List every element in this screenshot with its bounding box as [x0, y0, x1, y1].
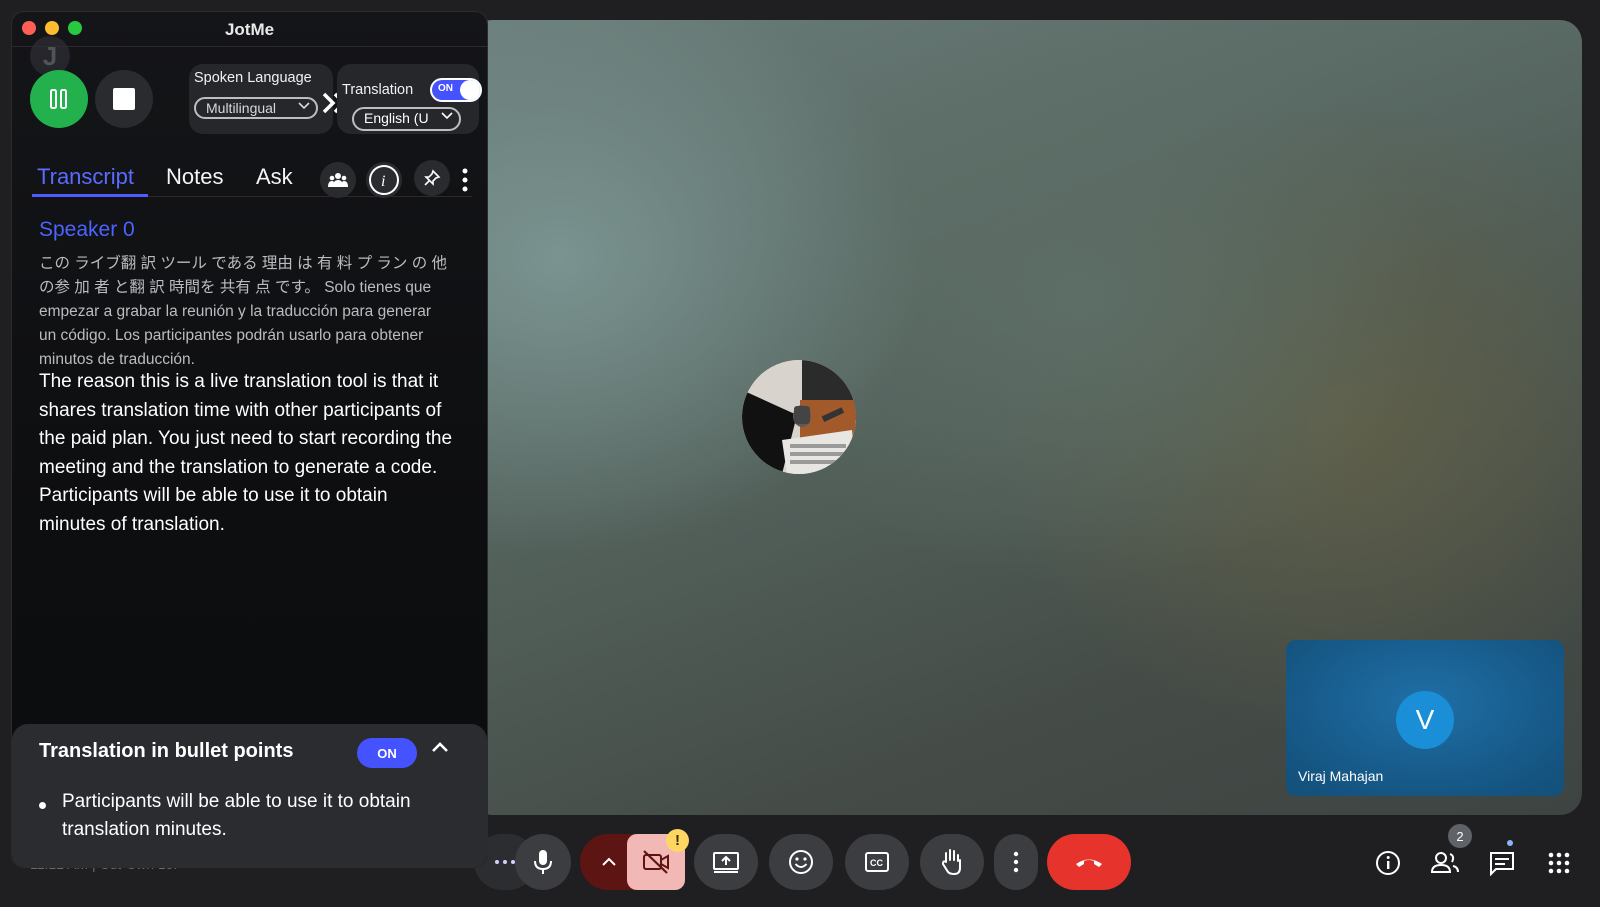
participants-count-badge: 2	[1448, 824, 1472, 848]
participant-photo-avatar	[742, 360, 856, 474]
people-icon	[1430, 852, 1459, 873]
participant-tile[interactable]: V Viraj Mahajan	[1286, 640, 1564, 796]
participants-button[interactable]	[320, 162, 356, 198]
bullet-dot	[39, 802, 46, 809]
translated-transcript-text: The reason this is a live translation to…	[39, 371, 453, 535]
bullet-item: Participants will be able to use it to o…	[62, 791, 411, 840]
spoken-language-panel: Spoken Language Multilingual	[189, 64, 333, 134]
tab-notes[interactable]: Notes	[166, 164, 223, 190]
jotme-titlebar[interactable]: JotMe	[12, 12, 487, 47]
group-icon	[328, 173, 348, 187]
stop-icon	[113, 88, 135, 110]
microphone-button[interactable]	[515, 834, 571, 890]
target-language-select[interactable]: English (U	[352, 107, 461, 131]
present-screen-button[interactable]	[694, 834, 758, 890]
end-call-button[interactable]	[1047, 834, 1131, 890]
svg-text:CC: CC	[870, 858, 883, 868]
svg-text:i: i	[381, 173, 385, 190]
captions-button[interactable]: CC	[845, 834, 909, 890]
jotme-panel: JotMe J Spoken Language Multilingual Tra…	[12, 12, 487, 867]
participant-avatar: V	[1396, 691, 1454, 749]
camera-warning-badge: !	[666, 829, 689, 852]
bullet-points-title: Translation in bullet points	[39, 740, 294, 762]
camera-off-icon	[643, 850, 669, 874]
speaker-label: Speaker 0	[39, 218, 135, 241]
info-button[interactable]: i	[366, 162, 402, 198]
hang-up-icon	[1076, 859, 1102, 867]
translation-panel: Translation ON English (U	[337, 64, 482, 134]
chat-icon	[1490, 852, 1514, 876]
info-icon: i	[369, 165, 399, 195]
toggle-knob	[460, 80, 480, 100]
spoken-language-label: Spoken Language	[194, 70, 312, 86]
more-actions-button[interactable]	[994, 834, 1038, 890]
reactions-button[interactable]	[769, 834, 833, 890]
pin-icon	[424, 169, 441, 186]
more-vertical-icon[interactable]	[462, 168, 468, 192]
chevron-down-icon	[298, 102, 310, 110]
chat-unread-dot	[1507, 840, 1513, 846]
apps-grid-icon	[1548, 852, 1570, 874]
tab-ask[interactable]: Ask	[256, 164, 293, 190]
tab-transcript[interactable]: Transcript	[37, 164, 134, 190]
stop-recording-button[interactable]	[95, 70, 153, 128]
present-screen-icon	[713, 852, 739, 873]
tab-bar: Transcript Notes Ask i	[32, 152, 472, 198]
chat-button[interactable]	[1485, 846, 1519, 880]
meeting-info-button[interactable]	[1371, 846, 1405, 880]
pause-icon	[50, 89, 67, 109]
original-transcript-text: この ライブ翻 訳 ツール である 理由 は 有 料 プ ラン の 他 の参 加…	[39, 255, 448, 368]
captions-icon: CC	[865, 852, 889, 872]
info-icon	[1376, 851, 1400, 875]
app-title: JotMe	[224, 20, 275, 39]
chevron-up-icon	[602, 857, 616, 866]
raise-hand-icon	[941, 849, 961, 876]
translation-toggle[interactable]: ON	[430, 78, 482, 102]
participant-name: Viraj Mahajan	[1298, 768, 1384, 784]
chevron-up-icon[interactable]	[430, 740, 450, 754]
microphone-icon	[534, 850, 552, 874]
activities-button[interactable]	[1542, 846, 1576, 880]
more-vertical-icon	[1013, 851, 1019, 873]
active-tab-underline	[32, 194, 148, 197]
emoji-icon	[789, 850, 813, 874]
spoken-language-select[interactable]: Multilingual	[194, 97, 318, 119]
pin-button[interactable]	[414, 160, 450, 196]
more-horizontal-icon	[495, 860, 515, 864]
bullet-points-card: Translation in bullet points ON Particip…	[12, 724, 487, 867]
people-button[interactable]	[1428, 846, 1462, 880]
translation-label: Translation	[342, 82, 414, 98]
chevron-down-icon	[441, 112, 453, 120]
pause-recording-button[interactable]	[30, 70, 88, 128]
raise-hand-button[interactable]	[920, 834, 984, 890]
bullet-points-toggle[interactable]: ON	[357, 738, 417, 768]
